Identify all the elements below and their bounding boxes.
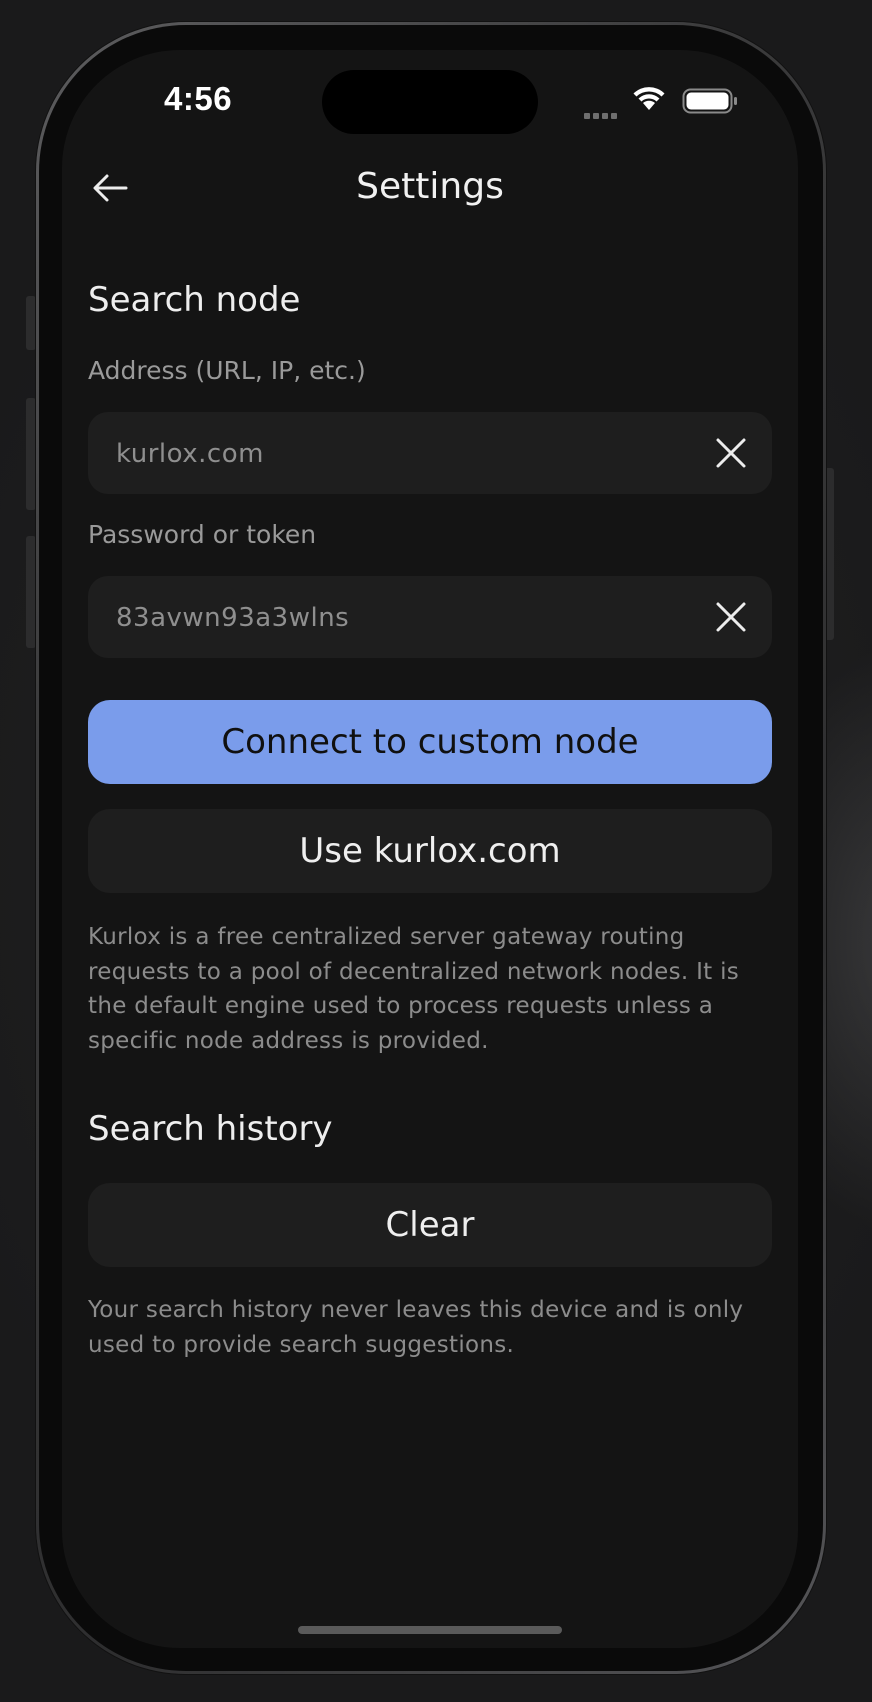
address-input[interactable]	[114, 412, 678, 496]
address-label: Address (URL, IP, etc.)	[88, 356, 366, 385]
close-icon[interactable]	[714, 600, 748, 634]
address-field	[88, 412, 772, 496]
app-screen: 4:56 Settings Search node Address (URL, …	[62, 50, 798, 1648]
search-node-description: Kurlox is a free centralized server gate…	[88, 924, 740, 1054]
search-history-description: Your search history never leaves this de…	[88, 1297, 744, 1358]
password-field	[88, 576, 772, 660]
search-node-heading: Search node	[88, 280, 301, 320]
side-button-left-3	[26, 536, 36, 648]
password-input[interactable]	[114, 576, 678, 660]
search-history-heading: Search history	[88, 1109, 333, 1149]
status-time: 4:56	[164, 80, 233, 117]
battery-icon	[682, 88, 737, 114]
wifi-icon	[633, 87, 665, 110]
dynamic-island	[322, 70, 538, 134]
side-button-left-1	[26, 296, 36, 350]
home-indicator[interactable]	[298, 1626, 562, 1634]
close-icon[interactable]	[714, 436, 748, 470]
password-label: Password or token	[88, 520, 317, 549]
use-default-node-button[interactable]: Use kurlox.com	[88, 809, 772, 893]
page-title: Settings	[356, 166, 504, 207]
cellular-signal-icon	[584, 104, 620, 123]
side-button-left-2	[26, 398, 36, 510]
clear-history-button[interactable]: Clear	[88, 1183, 772, 1267]
connect-custom-node-button[interactable]: Connect to custom node	[88, 700, 772, 784]
